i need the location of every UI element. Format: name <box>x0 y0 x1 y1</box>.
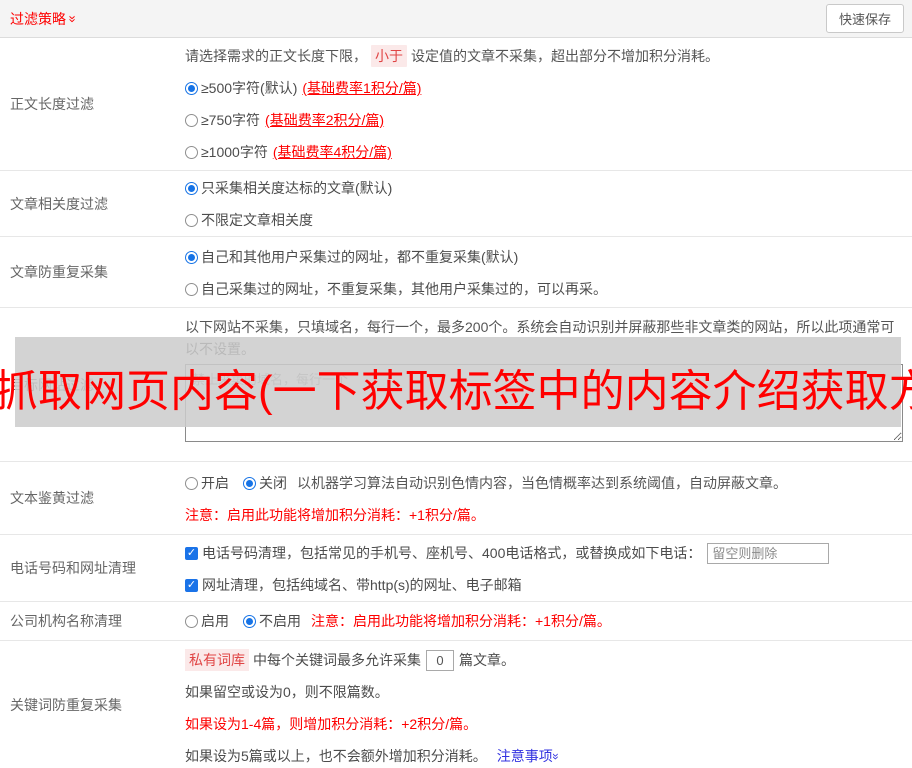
radio-company-enable[interactable] <box>185 614 198 628</box>
radio-relevance-strict[interactable] <box>185 181 198 195</box>
row-label-porn-filter: 文本鉴黄过滤 <box>10 490 94 506</box>
company-cleanup-options: 启用 不启用 注意：启用此功能将增加积分消耗：+1积分/篇。 <box>185 605 611 637</box>
url-cleanup-checkbox[interactable]: ✓ <box>185 578 198 592</box>
check-icon: ✓ <box>186 578 197 591</box>
row-body-length-filter: 正文长度过滤 请选择需求的正文长度下限， 小于 设定值的文章不采集，超出部分不增… <box>0 38 912 171</box>
company-disable-label[interactable]: 不启用 <box>259 611 301 631</box>
row-label-company-cleanup: 公司机构名称清理 <box>10 613 122 629</box>
keyword-note-five: 如果设为5篇或以上，也不会额外增加积分消耗。 注意事项 » <box>185 746 563 766</box>
radio-porn-off[interactable] <box>243 476 256 490</box>
radio-dedupe-all-users[interactable] <box>185 250 198 264</box>
page-title-text: 过滤策略 <box>10 10 66 27</box>
fee-note-750: (基础费率2积分/篇) <box>265 112 385 128</box>
row-label-target-site: 目标网站过滤 <box>10 376 94 393</box>
dedupe-option-self-only[interactable]: 自己采集过的网址，不重复采集，其他用户采集过的，可以再采。 <box>185 273 904 305</box>
dedupe-option-all-users[interactable]: 自己和其他用户采集过的网址，都不重复采集(默认) <box>185 241 904 273</box>
private-thesaurus-link[interactable]: 私有词库 <box>185 649 249 671</box>
relevance-option-strict[interactable]: 只采集相关度达标的文章(默认) <box>185 172 904 204</box>
radio-relevance-any[interactable] <box>185 213 198 227</box>
radio-500-chars[interactable] <box>185 81 198 95</box>
check-icon: ✓ <box>186 546 197 559</box>
fee-note-1000: (基础费率4积分/篇) <box>272 144 392 160</box>
body-length-description: 请选择需求的正文长度下限， 小于 设定值的文章不采集，超出部分不增加积分消耗。 <box>185 40 904 72</box>
length-option-750[interactable]: ≥750字符 (基础费率2积分/篇) <box>185 104 904 136</box>
radio-company-disable[interactable] <box>243 614 256 628</box>
company-enable-label[interactable]: 启用 <box>201 611 229 631</box>
porn-on-label[interactable]: 开启 <box>201 473 229 493</box>
porn-filter-options: 开启 关闭 以机器学习算法自动识别色情内容，当色情概率达到系统阈值，自动屏蔽文章… <box>185 467 904 499</box>
topbar: 过滤策略 » 快速保存 <box>0 0 912 38</box>
page-title[interactable]: 过滤策略 » <box>10 9 81 29</box>
phone-cleanup-option: ✓ 电话号码清理，包括常见的手机号、座机号、400电话格式，或替换成如下电话： <box>185 537 904 569</box>
porn-off-label[interactable]: 关闭 <box>259 473 287 493</box>
keyword-note-zero: 如果留空或设为0，则不限篇数。 <box>185 684 389 700</box>
row-label-dedupe: 文章防重复采集 <box>10 264 108 280</box>
row-dedupe-collection: 文章防重复采集 自己和其他用户采集过的网址，都不重复采集(默认) 自己采集过的网… <box>0 237 912 308</box>
row-target-site-filter: 目标网站过滤 以下网站不采集，只填域名，每行一个，最多200个。系统会自动识别并… <box>0 308 912 462</box>
length-option-1000[interactable]: ≥1000字符 (基础费率4积分/篇) <box>185 136 904 168</box>
radio-porn-on[interactable] <box>185 476 198 490</box>
max-articles-input[interactable] <box>426 649 454 671</box>
radio-dedupe-self-only[interactable] <box>185 282 198 296</box>
fee-note-500: (基础费率1积分/篇) <box>302 80 422 96</box>
length-option-500[interactable]: ≥500字符(默认) (基础费率1积分/篇) <box>185 72 904 104</box>
url-cleanup-option: ✓ 网址清理，包括纯域名、带http(s)的网址、电子邮箱 <box>185 577 522 593</box>
filter-strategy-page: 过滤策略 » 快速保存 正文长度过滤 请选择需求的正文长度下限， 小于 设定值的… <box>0 0 912 768</box>
site-filter-description: 以下网站不采集，只填域名，每行一个，最多200个。系统会自动识别并屏蔽那些非文章… <box>185 319 895 357</box>
blocked-domains-textarea[interactable] <box>185 364 903 442</box>
row-relevance-filter: 文章相关度过滤 只采集相关度达标的文章(默认) 不限定文章相关度 <box>0 171 912 237</box>
porn-filter-description: 以机器学习算法自动识别色情内容，当色情概率达到系统阈值，自动屏蔽文章。 <box>297 475 787 491</box>
row-phone-url-cleanup: 电话号码和网址清理 ✓ 电话号码清理，包括常见的手机号、座机号、400电话格式，… <box>0 535 912 602</box>
quick-save-button[interactable]: 快速保存 <box>825 4 904 33</box>
chevron-double-down-icon: » <box>65 15 81 22</box>
row-label-relevance: 文章相关度过滤 <box>10 195 108 212</box>
radio-1000-chars[interactable] <box>185 145 198 159</box>
porn-filter-cost-note: 注意：启用此功能将增加积分消耗：+1积分/篇。 <box>185 507 485 523</box>
relevance-option-any[interactable]: 不限定文章相关度 <box>185 204 904 236</box>
notes-link[interactable]: 注意事项 » <box>497 746 563 766</box>
chevron-double-down-icon: » <box>548 753 563 759</box>
row-porn-filter: 文本鉴黄过滤 开启 关闭 以机器学习算法自动识别色情内容，当色情概率达到系统阈值… <box>0 462 912 535</box>
row-keyword-dedupe: 关键词防重复采集 私有词库 中每个关键词最多允许采集 篇文章。 如果留空或设为0… <box>0 641 912 768</box>
less-than-highlight: 小于 <box>371 45 407 67</box>
keyword-note-cost: 如果设为1-4篇，则增加积分消耗：+2积分/篇。 <box>185 716 478 732</box>
company-cleanup-cost-note: 注意：启用此功能将增加积分消耗：+1积分/篇。 <box>311 613 611 629</box>
row-company-name-cleanup: 公司机构名称清理 启用 不启用 注意：启用此功能将增加积分消耗：+1积分/篇。 <box>0 602 912 641</box>
radio-750-chars[interactable] <box>185 113 198 127</box>
keyword-limit-line: 私有词库 中每个关键词最多允许采集 篇文章。 <box>185 644 904 676</box>
row-label-keyword-dedupe: 关键词防重复采集 <box>10 697 122 713</box>
row-label-phone-url: 电话号码和网址清理 <box>10 560 136 576</box>
phone-cleanup-checkbox[interactable]: ✓ <box>185 546 198 560</box>
row-label-body-length: 正文长度过滤 <box>10 96 94 112</box>
replacement-phone-input[interactable] <box>707 542 830 564</box>
